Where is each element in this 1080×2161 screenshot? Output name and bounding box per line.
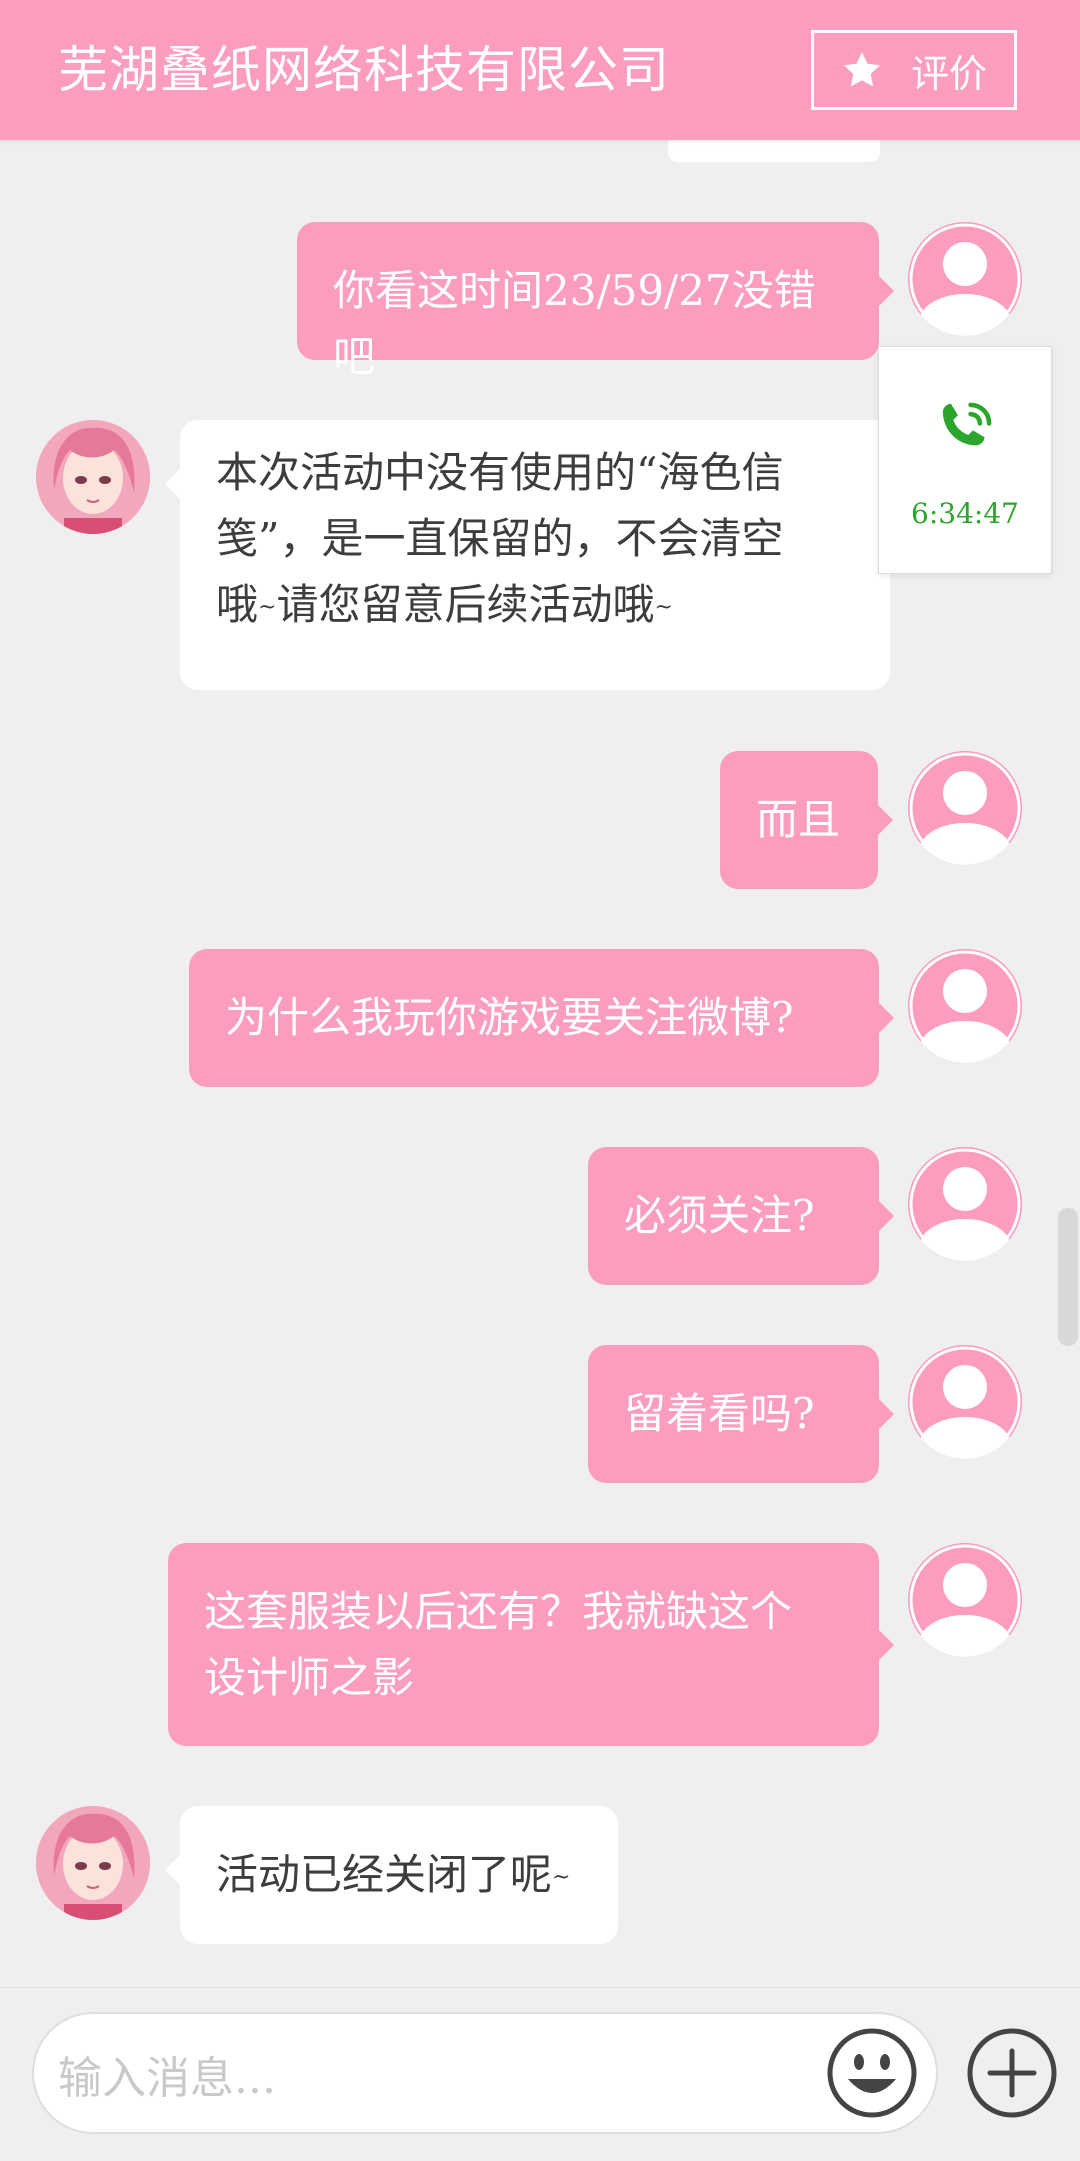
message-input-bar: 输入消息... (0, 1987, 1080, 2161)
input-placeholder: 输入消息... (58, 2053, 276, 2104)
star-icon (843, 52, 881, 87)
message-text: 而且 (756, 795, 841, 844)
rate-button[interactable]: 评价 (811, 30, 1017, 110)
agent-avatar-image (36, 1806, 150, 1920)
user-message-bubble: 而且 (720, 751, 893, 889)
user-message-bubble: 留着看吗? (588, 1345, 894, 1483)
message-line: 本次活动中没有使用的“海色信 (216, 448, 784, 497)
previous-message-remnant (668, 140, 880, 162)
message-input[interactable]: 输入消息... (32, 2012, 938, 2134)
message-text: 为什么我玩你游戏要关注微博? (225, 993, 794, 1042)
user-avatar[interactable] (908, 222, 1022, 336)
agent-avatar[interactable] (36, 420, 150, 534)
user-avatar[interactable] (908, 1543, 1022, 1657)
app-header: 芜湖叠纸网络科技有限公司 评价 (0, 0, 1080, 140)
user-silhouette-icon (908, 1345, 1022, 1459)
user-avatar[interactable] (908, 949, 1022, 1063)
company-title: 芜湖叠纸网络科技有限公司 (58, 41, 670, 99)
scrollbar[interactable] (1058, 1208, 1078, 1346)
message-text: 你看这时间23/59/27没错吧 (333, 266, 816, 381)
agent-avatar-image (36, 420, 150, 534)
user-message-bubble: 为什么我玩你游戏要关注微博? (189, 949, 894, 1087)
message-text: 活动已经关闭了呢~ (216, 1850, 571, 1899)
message-text: 必须关注? (624, 1191, 815, 1240)
phone-call-icon (942, 402, 992, 446)
call-duration-card[interactable]: 6:34:47 (878, 346, 1052, 574)
user-message-bubble: 这套服装以后还有？我就缺这个 设计师之影 (168, 1543, 894, 1746)
message-line: 这套服装以后还有？我就缺这个 (204, 1587, 793, 1636)
agent-message-bubble: 活动已经关闭了呢~ (165, 1806, 618, 1944)
user-silhouette-icon (908, 751, 1022, 865)
user-avatar[interactable] (908, 751, 1022, 865)
user-message-bubble: 必须关注? (588, 1147, 894, 1285)
user-avatar[interactable] (908, 1147, 1022, 1261)
message-text: 留着看吗? (624, 1389, 815, 1438)
user-silhouette-icon (908, 949, 1022, 1063)
message-line: 设计师之影 (204, 1653, 415, 1702)
user-message-bubble: 你看这时间23/59/27没错吧 (297, 222, 894, 381)
plus-icon[interactable] (966, 2027, 1058, 2119)
call-duration: 6:34:47 (911, 497, 1019, 530)
user-silhouette-icon (908, 1147, 1022, 1261)
agent-message-bubble: 本次活动中没有使用的“海色信 笺”，是一直保留的，不会清空 哦~请您留意后续活动… (165, 420, 890, 690)
rate-label: 评价 (910, 51, 987, 96)
user-silhouette-icon (908, 1543, 1022, 1657)
message-line: 哦~请您留意后续活动哦~ (216, 580, 673, 629)
agent-avatar[interactable] (36, 1806, 150, 1920)
user-avatar[interactable] (908, 1345, 1022, 1459)
emoji-icon[interactable] (826, 2027, 918, 2119)
user-silhouette-icon (908, 222, 1022, 336)
message-line: 笺”，是一直保留的，不会清空 (216, 514, 784, 563)
